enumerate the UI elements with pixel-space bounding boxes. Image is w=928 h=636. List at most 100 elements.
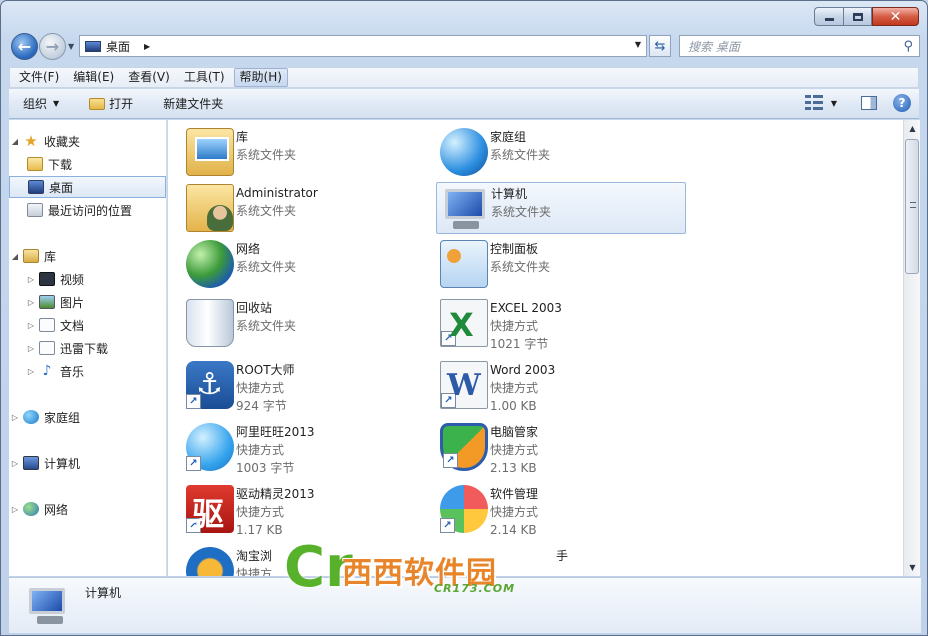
nav-homegroup[interactable]: ▷ 家庭组 [9,406,166,428]
change-view-icon[interactable] [804,95,825,111]
nav-thunder[interactable]: ▷ 迅雷下载 [9,337,166,359]
collapse-arrow-icon[interactable]: ▷ [25,344,37,353]
collapse-arrow-icon[interactable]: ▷ [9,413,21,422]
software-manager-icon: ↗ [440,485,488,533]
item-administrator[interactable]: Administrator 系统文件夹 [182,182,432,234]
item-name: ROOT大师 [236,363,295,377]
user-folder-icon [186,184,234,232]
item-name: 驱动精灵2013 [236,487,315,501]
pc-manager-icon: ↗ [440,423,488,471]
item-root-master[interactable]: ↗ ROOT大师快捷方式 924 字节 [182,359,432,415]
menu-view[interactable]: 查看(V) [123,68,175,87]
item-excel-2003[interactable]: ↗ EXCEL 2003 快捷方式 1021 字节 [436,297,686,353]
maximize-button[interactable] [843,7,872,26]
collapse-arrow-icon[interactable]: ▷ [25,367,37,376]
scrollbar-thumb[interactable] [905,139,919,274]
nav-network[interactable]: ▷ 网络 [9,498,166,520]
item-type: 快捷方 [236,567,273,576]
item-aliwangwang[interactable]: ↗ 阿里旺旺2013 快捷方式 1003 字节 [182,421,432,477]
item-name: Administrator [236,186,318,200]
nav-videos[interactable]: ▷ 视频 [9,268,166,290]
item-name: 电脑管家 [490,425,539,439]
item-software-manager[interactable]: ↗ 软件管理 快捷方式 2.14 KB [436,483,686,539]
new-folder-label: 新建文件夹 [163,97,224,111]
item-network[interactable]: 网络 系统文件夹 [182,238,432,290]
scroll-down-icon[interactable]: ▼ [904,559,921,576]
watermark-logo: Cr 西西软件园 CR173.COM [284,538,574,602]
open-button[interactable]: 打开 [89,95,133,112]
item-name: 软件管理 [490,487,539,501]
nav-favorites[interactable]: ◢ ★ 收藏夹 [9,130,166,152]
computer-icon [23,456,39,470]
nav-computer[interactable]: ▷ 计算机 [9,452,166,474]
breadcrumb-chevron-icon[interactable]: ▶ [144,42,150,51]
preview-pane-icon[interactable] [861,96,877,110]
control-panel-icon [440,240,488,288]
close-button[interactable]: ✕ [872,7,919,26]
nav-recent-label: 最近访问的位置 [48,203,133,218]
item-computer[interactable]: 计算机 系统文件夹 [436,182,686,234]
menu-help[interactable]: 帮助(H) [233,68,288,87]
item-homegroup[interactable]: 家庭组 系统文件夹 [436,126,686,178]
pictures-icon [39,295,55,309]
item-size: 1.00 KB [490,399,537,413]
item-type: 快捷方式 [490,319,539,333]
help-icon[interactable]: ? [893,94,911,112]
breadcrumb-desktop[interactable]: 桌面 [106,38,130,55]
collapse-arrow-icon[interactable]: ▷ [25,321,37,330]
menu-edit[interactable]: 编辑(E) [68,68,119,87]
vertical-scrollbar[interactable]: ▲ ▼ [903,120,920,576]
driver-genius-icon: ↗ [186,485,234,535]
new-folder-button[interactable]: 新建文件夹 [163,95,223,112]
expand-arrow-icon[interactable]: ◢ [9,252,21,261]
item-name: 网络 [236,242,261,256]
nav-downloads[interactable]: 下载 [9,153,166,175]
forward-button[interactable]: → [39,33,66,60]
taobao-browser-icon [186,547,234,576]
nav-favorites-label: 收藏夹 [44,134,81,149]
address-dropdown-icon[interactable]: ▼ [635,40,641,49]
collapse-arrow-icon[interactable]: ▷ [25,298,37,307]
item-word-2003[interactable]: ↗ Word 2003 快捷方式 1.00 KB [436,359,686,415]
minimize-button[interactable] [814,7,843,26]
search-input[interactable]: 搜索 桌面 ⚲ [679,35,920,57]
recent-pages-dropdown[interactable]: ▼ [68,42,74,51]
item-name: 库 [236,130,249,144]
item-name: 控制面板 [490,242,539,256]
libraries-icon [186,128,234,176]
nav-documents[interactable]: ▷ 文档 [9,314,166,336]
menu-file[interactable]: 文件(F) [14,68,64,87]
nav-pictures[interactable]: ▷ 图片 [9,291,166,313]
search-icon[interactable]: ⚲ [903,39,913,54]
nav-recent[interactable]: 最近访问的位置 [9,199,166,221]
item-driver-genius[interactable]: ↗ 驱动精灵2013快捷方式1.17 KB [182,483,432,539]
expand-arrow-icon[interactable]: ◢ [9,137,21,146]
item-pc-manager[interactable]: ↗ 电脑管家 快捷方式 2.13 KB [436,421,686,477]
menu-tools[interactable]: 工具(T) [179,68,230,87]
search-placeholder: 搜索 桌面 [688,39,740,54]
scroll-up-icon[interactable]: ▲ [904,120,921,137]
shortcut-arrow-icon: ↗ [441,393,456,408]
item-size: 1021 字节 [490,337,549,351]
desktop-icon [85,40,101,52]
item-control-panel[interactable]: 控制面板 系统文件夹 [436,238,686,290]
address-row: ← → ▼ 桌面 ▶ ▼ ⇆ 搜索 桌面 ⚲ [9,32,921,62]
address-bar[interactable]: 桌面 ▶ ▼ [79,35,647,57]
organize-button[interactable]: 组织 ▼ [23,95,59,112]
command-bar: 组织 ▼ 打开 新建文件夹 ▼ ? [9,89,919,119]
item-size: 2.13 KB [490,461,537,475]
collapse-arrow-icon[interactable]: ▷ [9,505,21,514]
shortcut-arrow-icon: ↗ [441,331,456,346]
refresh-button[interactable]: ⇆ [649,35,671,57]
collapse-arrow-icon[interactable]: ▷ [25,275,37,284]
view-dropdown-icon[interactable]: ▼ [831,99,837,108]
nav-libraries[interactable]: ◢ 库 [9,245,166,267]
nav-desktop[interactable]: 桌面 [9,176,166,198]
recent-places-icon [27,203,43,217]
item-recycle-bin[interactable]: 回收站 系统文件夹 [182,297,432,349]
item-type: 快捷方式 [236,381,285,395]
nav-music[interactable]: ▷ ♪ 音乐 [9,360,166,382]
collapse-arrow-icon[interactable]: ▷ [9,459,21,468]
back-button[interactable]: ← [11,33,38,60]
item-libraries[interactable]: 库系统文件夹 [182,126,432,178]
